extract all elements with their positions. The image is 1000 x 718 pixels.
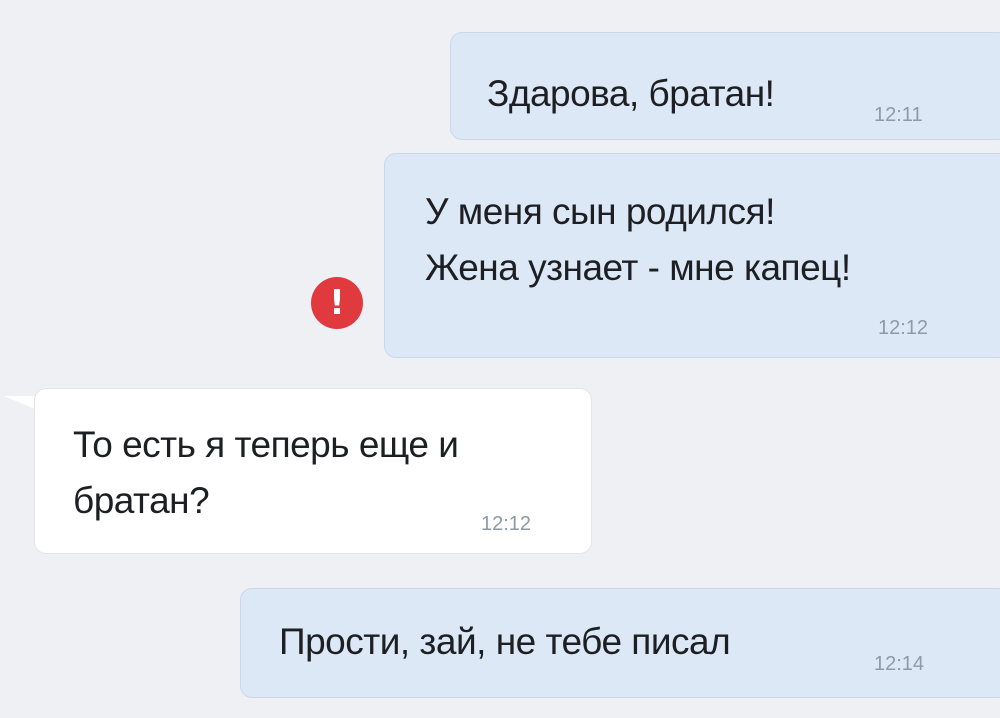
incoming-bubble-tail — [4, 396, 38, 410]
message-line: У меня сын родился! — [425, 191, 775, 232]
chat-thread: Здарова, братан! 12:11 У меня сын родилс… — [0, 0, 1000, 718]
message-line: братан? — [73, 480, 210, 521]
message-line: Здарова, братан! — [487, 73, 775, 114]
error-exclamation-icon[interactable]: ! — [311, 277, 363, 329]
message-timestamp: 12:11 — [874, 104, 923, 126]
message-line: Жена узнает - мне капец! — [425, 247, 851, 288]
message-timestamp: 12:12 — [481, 513, 532, 535]
message-text: Прости, зай, не тебе писал — [279, 614, 731, 670]
message-text: То есть я теперь еще и братан? — [73, 417, 459, 529]
message-line: То есть я теперь еще и — [73, 424, 459, 465]
message-line: Прости, зай, не тебе писал — [279, 621, 731, 662]
message-bubble-outgoing[interactable]: Здарова, братан! 12:11 — [450, 32, 1000, 140]
message-timestamp: 12:12 — [878, 317, 929, 339]
message-bubble-outgoing[interactable]: У меня сын родился! Жена узнает - мне ка… — [384, 153, 1000, 358]
message-bubble-incoming[interactable]: То есть я теперь еще и братан? 12:12 — [34, 388, 592, 554]
message-text: Здарова, братан! — [487, 66, 775, 122]
message-text: У меня сын родился! Жена узнает - мне ка… — [425, 184, 851, 296]
message-timestamp: 12:14 — [874, 653, 925, 675]
message-bubble-outgoing[interactable]: Прости, зай, не тебе писал 12:14 — [240, 588, 1000, 698]
